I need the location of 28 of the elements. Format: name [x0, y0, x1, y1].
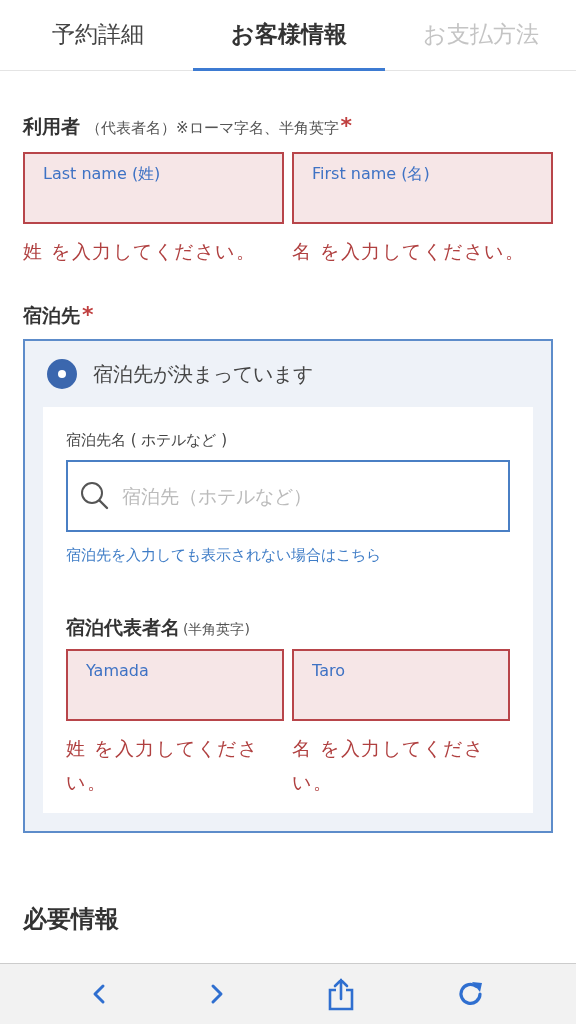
- error-message: 姓 を入力してください。: [23, 239, 258, 264]
- radio-label[interactable]: 宿泊先が決まっています: [93, 360, 313, 388]
- field-label: 宿泊代表者名: [66, 615, 180, 640]
- search-field[interactable]: 宿泊先（ホテルなど）: [66, 460, 510, 532]
- tab[interactable]: お客様情報: [193, 0, 385, 71]
- input-field[interactable]: Last name (姓): [23, 152, 284, 224]
- required-mark: *: [82, 302, 94, 327]
- tab[interactable]: 予約詳細: [2, 0, 193, 71]
- back-icon[interactable]: [91, 983, 107, 1005]
- section-label: 宿泊先: [23, 303, 80, 328]
- reload-icon[interactable]: [457, 980, 485, 1008]
- input-field[interactable]: Yamada: [66, 649, 284, 721]
- section-heading: 必要情報: [23, 904, 120, 935]
- label-note: （代表者名）: [86, 119, 176, 138]
- label-hint: ※ローマ字名、半角英字: [176, 119, 339, 138]
- share-icon[interactable]: [327, 977, 355, 1011]
- error-message: 姓 を入力してください。: [66, 736, 260, 795]
- radio-button[interactable]: [47, 359, 77, 389]
- help-link[interactable]: 宿泊先を入力しても表示されない場合はこちら: [66, 546, 381, 565]
- input-field[interactable]: Taro: [292, 649, 510, 721]
- section-label: 利用者: [23, 114, 80, 139]
- error-message: 名 を入力してください。: [292, 239, 527, 264]
- input-field[interactable]: First name (名): [292, 152, 553, 224]
- forward-icon[interactable]: [209, 983, 225, 1005]
- error-message: 名 を入力してください。: [292, 736, 486, 795]
- label-note: (半角英字): [183, 621, 250, 639]
- field-label: 宿泊先名 ( ホテルなど ): [66, 431, 228, 450]
- required-mark: *: [340, 113, 353, 138]
